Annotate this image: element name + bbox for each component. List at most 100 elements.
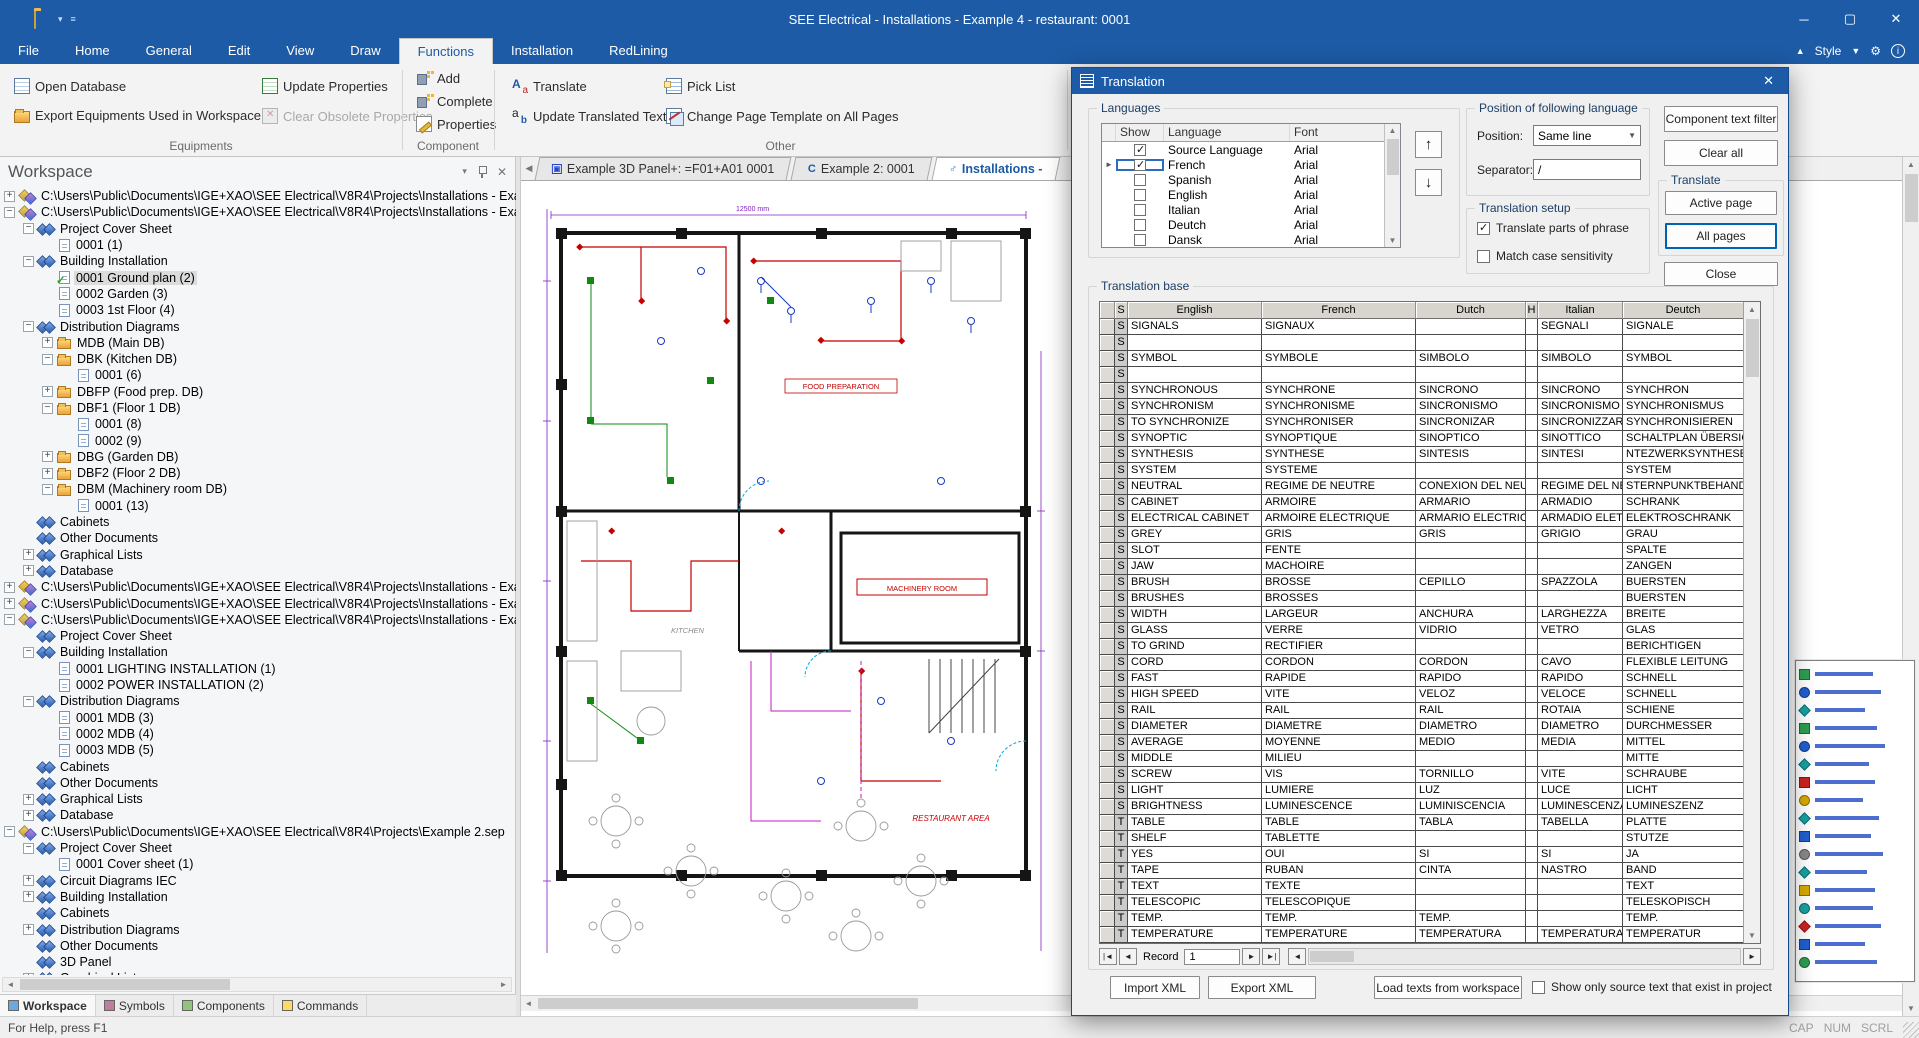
hungarian-cell[interactable] <box>1526 911 1538 927</box>
collapse-ribbon-icon[interactable]: ▲ <box>1796 46 1805 56</box>
translation-row[interactable]: SGLASSVERREVIDRIOVETROGLAS <box>1100 623 1760 639</box>
scroll-down-icon[interactable]: ▼ <box>1745 928 1760 943</box>
tree-item-row[interactable]: −Project Cover Sheet <box>0 840 516 856</box>
hungarian-cell[interactable] <box>1526 463 1538 479</box>
translation-row[interactable]: SSYMBOLSYMBOLESIMBOLOSIMBOLOSYMBOL <box>1100 351 1760 367</box>
scroll-left-icon[interactable]: ◄ <box>3 978 18 991</box>
translation-row[interactable]: SSYNOPTICSYNOPTIQUESINOPTICOSINOTTICOSCH… <box>1100 431 1760 447</box>
german-cell[interactable]: SYMBOL <box>1623 351 1744 367</box>
translation-row[interactable]: SNEUTRALREGIME DE NEUTRECONEXION DEL NEU… <box>1100 479 1760 495</box>
tree-item-row[interactable]: 0001 (13) <box>0 498 516 514</box>
hungarian-cell[interactable] <box>1526 927 1538 943</box>
english-cell[interactable]: BRUSH <box>1128 575 1262 591</box>
translation-row[interactable]: STO GRINDRECTIFIERBERICHTIGEN <box>1100 639 1760 655</box>
italian-cell[interactable]: SEGNALI <box>1538 319 1623 335</box>
tree-item-row[interactable]: Cabinets <box>0 905 516 921</box>
row-selector-cell[interactable] <box>1100 479 1115 495</box>
french-cell[interactable]: SYNCHRONISER <box>1262 415 1416 431</box>
symbol-list-item[interactable] <box>1799 935 1911 953</box>
row-selector-cell[interactable] <box>1100 927 1115 943</box>
tree-project-row[interactable]: −C:\Users\Public\Documents\IGE+XAO\SEE E… <box>0 204 516 220</box>
german-cell[interactable]: BREITE <box>1623 607 1744 623</box>
italian-cell[interactable]: RAPIDO <box>1538 671 1623 687</box>
row-selector-cell[interactable] <box>1100 735 1115 751</box>
dutch-cell[interactable]: LUZ <box>1416 783 1526 799</box>
hungarian-cell[interactable] <box>1526 719 1538 735</box>
expand-icon[interactable]: + <box>42 386 53 397</box>
languages-table[interactable]: Show Language Font Source LanguageArial►… <box>1101 123 1401 248</box>
row-selector-cell[interactable] <box>1100 607 1115 623</box>
close-dialog-button[interactable]: Close <box>1664 262 1778 286</box>
collapse-icon[interactable]: − <box>42 403 53 414</box>
hungarian-cell[interactable] <box>1526 415 1538 431</box>
hungarian-cell[interactable] <box>1526 335 1538 351</box>
row-selector-cell[interactable] <box>1100 703 1115 719</box>
all-pages-button[interactable]: All pages <box>1665 223 1777 249</box>
tree-item-row[interactable]: 0001 MDB (3) <box>0 710 516 726</box>
maximize-button[interactable]: ▢ <box>1827 0 1873 38</box>
hungarian-cell[interactable] <box>1526 783 1538 799</box>
hungarian-cell[interactable] <box>1526 543 1538 559</box>
hungarian-cell[interactable] <box>1526 383 1538 399</box>
new-document-icon[interactable] <box>10 11 26 27</box>
base-col-header[interactable]: Italian <box>1538 302 1623 319</box>
tree-item-row[interactable]: +Graphical Lists <box>0 791 516 807</box>
symbol-list-item[interactable] <box>1799 791 1911 809</box>
italian-cell[interactable]: VELOCE <box>1538 687 1623 703</box>
symbol-list-item[interactable] <box>1799 665 1911 683</box>
italian-cell[interactable]: SINCRONISMO <box>1538 399 1623 415</box>
english-cell[interactable]: SCREW <box>1128 767 1262 783</box>
german-cell[interactable]: DURCHMESSER <box>1623 719 1744 735</box>
tree-item-row[interactable]: Cabinets <box>0 514 516 530</box>
hungarian-cell[interactable] <box>1526 511 1538 527</box>
french-cell[interactable]: FENTE <box>1262 543 1416 559</box>
dutch-cell[interactable]: MEDIO <box>1416 735 1526 751</box>
english-cell[interactable]: GLASS <box>1128 623 1262 639</box>
english-cell[interactable]: TEMPERATURE <box>1128 927 1262 943</box>
checkbox-icon[interactable] <box>1134 204 1146 216</box>
translation-row[interactable]: SGREYGRISGRISGRIGIOGRAU <box>1100 527 1760 543</box>
close-button[interactable]: ✕ <box>1873 0 1919 38</box>
french-cell[interactable]: VITE <box>1262 687 1416 703</box>
german-cell[interactable]: BUERSTEN <box>1623 575 1744 591</box>
expand-icon[interactable]: + <box>23 549 34 560</box>
dutch-cell[interactable]: RAPIDO <box>1416 671 1526 687</box>
french-cell[interactable]: TELESCOPIQUE <box>1262 895 1416 911</box>
tree-item-row[interactable]: −Distribution Diagrams <box>0 318 516 334</box>
row-selector-cell[interactable] <box>1100 575 1115 591</box>
resize-grip[interactable] <box>1903 1022 1919 1038</box>
french-cell[interactable]: SYNTHESE <box>1262 447 1416 463</box>
change-page-template-button[interactable]: Change Page Template on All Pages <box>662 106 903 126</box>
translation-base-table[interactable]: SEnglishFrenchDutchHItalianDeutch SSIGNA… <box>1099 301 1761 944</box>
english-cell[interactable]: TO SYNCHRONIZE <box>1128 415 1262 431</box>
dutch-cell[interactable]: VIDRIO <box>1416 623 1526 639</box>
dutch-cell[interactable]: SINTESIS <box>1416 447 1526 463</box>
update-translated-text-button[interactable]: Update Translated Text <box>508 106 670 126</box>
dutch-cell[interactable] <box>1416 895 1526 911</box>
dutch-cell[interactable]: CINTA <box>1416 863 1526 879</box>
german-cell[interactable]: ZANGEN <box>1623 559 1744 575</box>
dutch-cell[interactable]: GRIS <box>1416 527 1526 543</box>
base-col-header[interactable]: English <box>1128 302 1262 319</box>
scrollbar-thumb[interactable] <box>1310 951 1354 962</box>
row-selector-cell[interactable] <box>1100 591 1115 607</box>
translation-base-scrollbar[interactable]: ▲ ▼ <box>1743 302 1760 943</box>
english-cell[interactable]: CABINET <box>1128 495 1262 511</box>
german-cell[interactable]: JA <box>1623 847 1744 863</box>
dutch-cell[interactable]: LUMINISCENCIA <box>1416 799 1526 815</box>
french-cell[interactable]: MOYENNE <box>1262 735 1416 751</box>
collapse-icon[interactable]: − <box>23 647 34 658</box>
tree-item-row[interactable]: +Graphical Lists <box>0 970 516 975</box>
italian-cell[interactable] <box>1538 463 1623 479</box>
tree-item-row[interactable]: 0001 LIGHTING INSTALLATION (1) <box>0 661 516 677</box>
dutch-cell[interactable]: SINCRONISMO <box>1416 399 1526 415</box>
tree-item-row[interactable]: 0001 Cover sheet (1) <box>0 856 516 872</box>
french-cell[interactable]: SYSTEME <box>1262 463 1416 479</box>
french-cell[interactable] <box>1262 335 1416 351</box>
italian-cell[interactable] <box>1538 367 1623 383</box>
hscroll-right-icon[interactable]: ► <box>1743 948 1761 965</box>
tree-item-row[interactable]: 0001 (8) <box>0 416 516 432</box>
french-cell[interactable]: RUBAN <box>1262 863 1416 879</box>
english-cell[interactable]: SIGNALS <box>1128 319 1262 335</box>
hungarian-cell[interactable] <box>1526 351 1538 367</box>
